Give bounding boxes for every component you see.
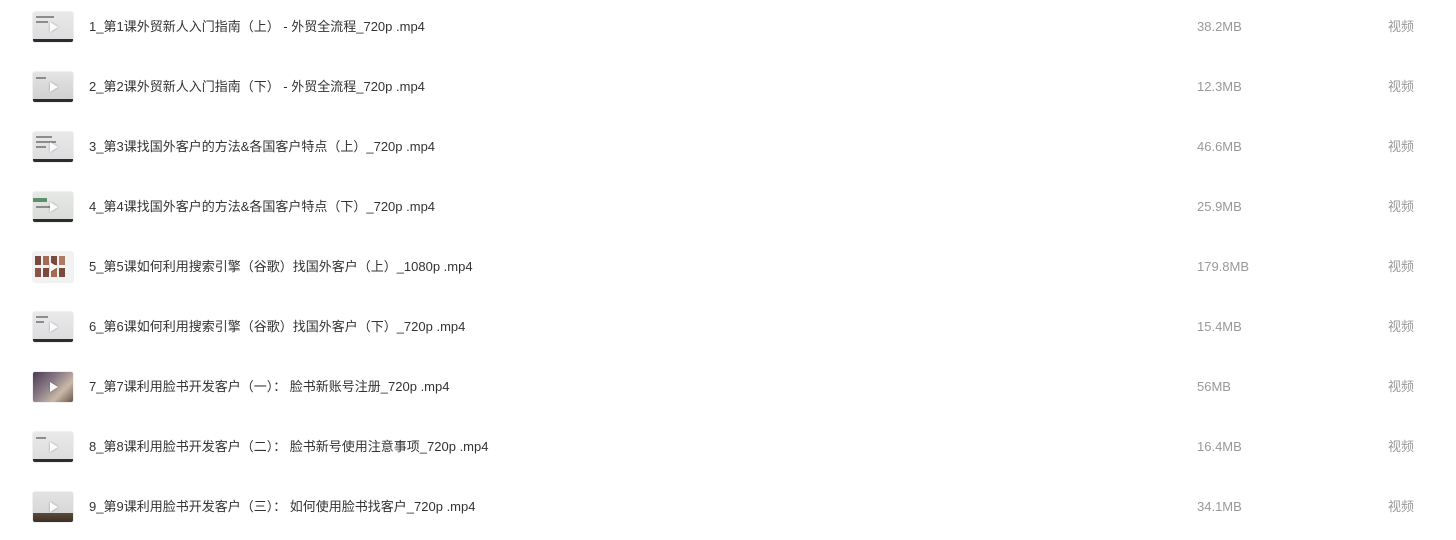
thumbnail-photo: [43, 268, 49, 277]
video-thumbnail[interactable]: [33, 372, 73, 402]
play-icon: [50, 442, 58, 452]
file-type: 视频: [1388, 19, 1415, 34]
file-type: 视频: [1388, 319, 1415, 334]
thumbnail-text-line: [36, 136, 52, 138]
file-type: 视频: [1388, 79, 1415, 94]
file-size: 38.2MB: [1197, 19, 1242, 34]
file-row[interactable]: 4_第4课找国外客户的方法&各国客户特点（下）_720p .mp4 25.9MB…: [0, 180, 1456, 240]
file-name[interactable]: 7_第7课利用脸书开发客户（一）： 脸书新账号注册_720p .mp4: [89, 378, 449, 396]
file-type: 视频: [1388, 139, 1415, 154]
file-size: 16.4MB: [1197, 439, 1242, 454]
video-thumbnail[interactable]: [33, 132, 73, 162]
file-type: 视频: [1388, 199, 1415, 214]
thumbnail-taskbar: [33, 459, 73, 462]
file-name[interactable]: 8_第8课利用脸书开发客户（二）： 脸书新号使用注意事项_720p .mp4: [89, 438, 488, 456]
video-thumbnail[interactable]: [33, 192, 73, 222]
file-name[interactable]: 1_第1课外贸新人入门指南（上） - 外贸全流程_720p .mp4: [89, 18, 425, 36]
file-size: 46.6MB: [1197, 139, 1242, 154]
video-thumbnail[interactable]: [33, 72, 73, 102]
file-name[interactable]: 4_第4课找国外客户的方法&各国客户特点（下）_720p .mp4: [89, 198, 435, 216]
file-row[interactable]: 6_第6课如何利用搜索引擎（谷歌）找国外客户（下）_720p .mp4 15.4…: [0, 300, 1456, 360]
thumbnail-text-line: [36, 77, 46, 79]
file-size: 56MB: [1197, 379, 1231, 394]
thumbnail-photo: [59, 256, 65, 265]
file-name[interactable]: 5_第5课如何利用搜索引擎（谷歌）找国外客户（上）_1080p .mp4: [89, 258, 473, 276]
file-row[interactable]: 2_第2课外贸新人入门指南（下） - 外贸全流程_720p .mp4 12.3M…: [0, 60, 1456, 120]
thumbnail-photo: [59, 268, 65, 277]
file-row[interactable]: 7_第7课利用脸书开发客户（一）： 脸书新账号注册_720p .mp4 56MB…: [0, 360, 1456, 420]
file-type: 视频: [1388, 379, 1415, 394]
play-icon: [50, 82, 58, 92]
thumbnail-taskbar: [33, 99, 73, 102]
thumbnail-photo: [35, 268, 41, 277]
file-name[interactable]: 9_第9课利用脸书开发客户（三）： 如何使用脸书找客户_720p .mp4: [89, 498, 475, 516]
thumbnail-text-line: [36, 316, 48, 318]
file-type: 视频: [1388, 439, 1415, 454]
file-type: 视频: [1388, 259, 1415, 274]
play-icon: [50, 322, 58, 332]
thumbnail-accent: [33, 198, 47, 202]
file-size: 34.1MB: [1197, 499, 1242, 514]
file-size: 25.9MB: [1197, 199, 1242, 214]
video-thumbnail[interactable]: [33, 12, 73, 42]
file-name[interactable]: 6_第6课如何利用搜索引擎（谷歌）找国外客户（下）_720p .mp4: [89, 318, 465, 336]
thumbnail-photo: [35, 256, 41, 265]
thumbnail-taskbar: [33, 159, 73, 162]
thumbnail-text-line: [36, 437, 46, 439]
thumbnail-taskbar: [33, 339, 73, 342]
thumbnail-text-line: [36, 206, 50, 208]
file-row[interactable]: 1_第1课外贸新人入门指南（上） - 外贸全流程_720p .mp4 38.2M…: [0, 0, 1456, 60]
file-size: 179.8MB: [1197, 259, 1250, 274]
video-thumbnail[interactable]: [33, 252, 73, 282]
play-icon: [50, 202, 58, 212]
file-name[interactable]: 3_第3课找国外客户的方法&各国客户特点（上）_720p .mp4: [89, 138, 435, 156]
thumbnail-text-line: [36, 16, 54, 18]
thumbnail-taskbar: [33, 219, 73, 222]
file-row[interactable]: 3_第3课找国外客户的方法&各国客户特点（上）_720p .mp4 46.6MB…: [0, 120, 1456, 180]
file-list: 1_第1课外贸新人入门指南（上） - 外贸全流程_720p .mp4 38.2M…: [0, 0, 1456, 530]
thumbnail-text-line: [36, 21, 48, 23]
play-icon: [50, 502, 58, 512]
video-thumbnail[interactable]: [33, 312, 73, 342]
file-size: 15.4MB: [1197, 319, 1242, 334]
thumbnail-text-line: [36, 321, 44, 323]
play-icon: [50, 382, 58, 392]
video-thumbnail[interactable]: [33, 432, 73, 462]
play-icon: [50, 22, 58, 32]
thumbnail-text-line: [36, 146, 46, 148]
video-thumbnail[interactable]: [33, 492, 73, 522]
thumbnail-photo: [43, 256, 49, 265]
file-row[interactable]: 9_第9课利用脸书开发客户（三）： 如何使用脸书找客户_720p .mp4 34…: [0, 480, 1456, 540]
thumbnail-taskbar: [33, 39, 73, 42]
file-type: 视频: [1388, 499, 1415, 514]
file-name[interactable]: 2_第2课外贸新人入门指南（下） - 外贸全流程_720p .mp4: [89, 78, 425, 96]
file-row[interactable]: 8_第8课利用脸书开发客户（二）： 脸书新号使用注意事项_720p .mp4 1…: [0, 420, 1456, 480]
file-row[interactable]: 5_第5课如何利用搜索引擎（谷歌）找国外客户（上）_1080p .mp4 179…: [0, 240, 1456, 300]
play-icon: [50, 262, 58, 272]
play-icon: [50, 142, 58, 152]
file-size: 12.3MB: [1197, 79, 1242, 94]
